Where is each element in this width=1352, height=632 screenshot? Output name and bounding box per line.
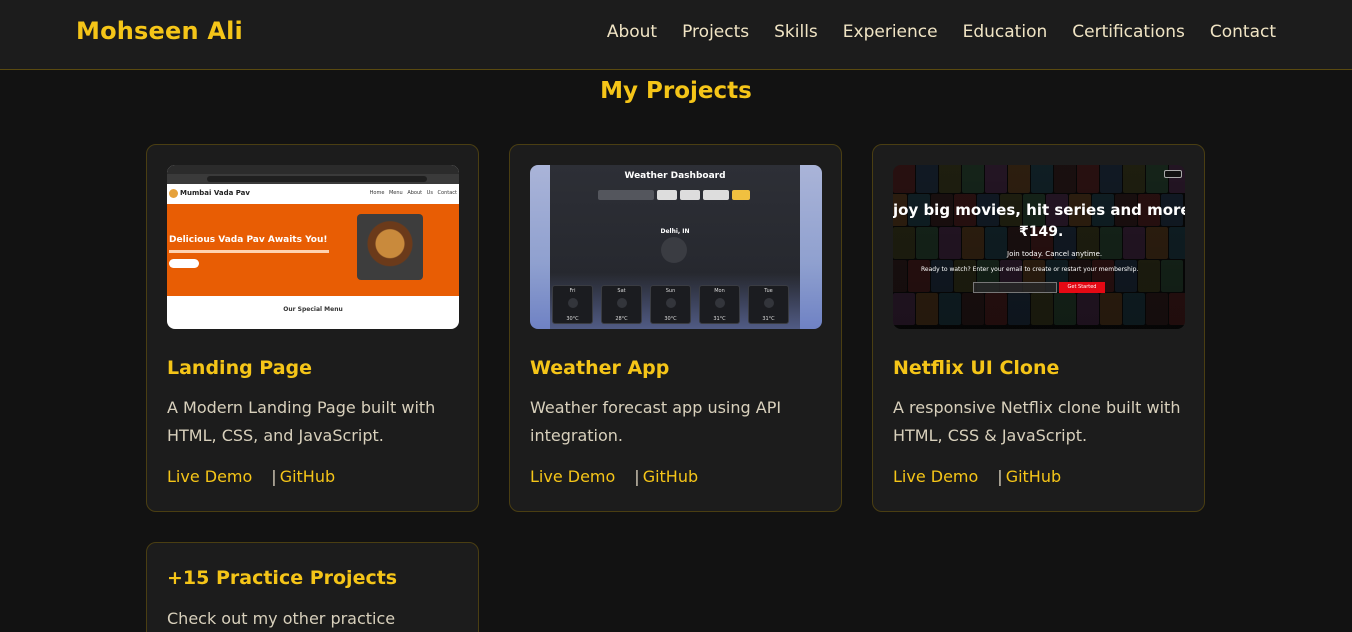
- browser-tabbar: [167, 165, 459, 174]
- weather-icon: [617, 298, 627, 308]
- thumb-netflix-sub1: Join today. Cancel anytime.: [1007, 250, 1103, 258]
- project-thumbnail: Weather Dashboard Delhi, IN Fri 30°C Sat 2…: [530, 165, 822, 329]
- thumb-get-started-button: Get Started: [1059, 282, 1105, 293]
- weather-icon: [764, 298, 774, 308]
- nav-skills[interactable]: Skills: [774, 22, 818, 42]
- browser-urlbar: [167, 174, 459, 184]
- practice-projects-card: +15 Practice Projects Check out my other…: [146, 542, 479, 632]
- thumb-hero-heading: Delicious Vada Pav Awaits You!: [169, 235, 328, 245]
- thumb-site-menu: Home Menu About Us Contact: [369, 190, 457, 196]
- thumb-hero: Delicious Vada Pav Awaits You!: [167, 204, 459, 296]
- nav-about[interactable]: About: [607, 22, 657, 42]
- github-link[interactable]: GitHub: [280, 467, 335, 486]
- thumb-burger-image: [357, 214, 423, 280]
- project-thumbnail: joy big movies, hit series and more fro …: [893, 165, 1185, 329]
- forecast-day: Tue 31°C: [748, 285, 789, 324]
- live-demo-link[interactable]: Live Demo: [893, 467, 978, 486]
- project-description: Weather forecast app using API integrati…: [530, 398, 782, 445]
- thumb-search-box: [598, 190, 654, 200]
- sign-in-button: [1164, 170, 1182, 178]
- forecast-day: Sun 30°C: [650, 285, 691, 324]
- project-card-netflix: joy big movies, hit series and more fro …: [872, 144, 1205, 512]
- thumb-section-heading: Our Special Menu: [283, 306, 343, 313]
- thumb-email-input: [973, 282, 1057, 293]
- project-description: A Modern Landing Page built with HTML, C…: [167, 398, 436, 445]
- site-logo-icon: [169, 189, 178, 198]
- thumb-site-name: Mumbai Vada Pav: [180, 189, 250, 197]
- weather-panel: Weather Dashboard Delhi, IN Fri 30°C Sat 2…: [550, 165, 800, 329]
- forecast-day: Sat 28°C: [601, 285, 642, 324]
- weather-icon: [666, 298, 676, 308]
- thumb-site-header: Mumbai Vada Pav Home Menu About Us Conta…: [167, 184, 459, 204]
- section-title: My Projects: [600, 78, 752, 104]
- top-navbar: Mohseen Ali About Projects Skills Experi…: [0, 0, 1352, 70]
- forecast-day: Mon 31°C: [699, 285, 740, 324]
- project-title: Netflix UI Clone: [893, 357, 1060, 379]
- project-title: Weather App: [530, 357, 670, 379]
- main-nav: About Projects Skills Experience Educati…: [607, 22, 1276, 42]
- link-separator: |: [997, 467, 1003, 486]
- thumb-hero-button: [169, 259, 199, 268]
- project-card-weather: Weather Dashboard Delhi, IN Fri 30°C Sat 2…: [509, 144, 842, 512]
- live-demo-link[interactable]: Live Demo: [167, 467, 252, 486]
- practice-description: Check out my other practice: [167, 609, 396, 628]
- thumb-netflix-sub2: Ready to watch? Enter your email to crea…: [921, 266, 1139, 273]
- project-links: Live Demo | GitHub: [167, 467, 335, 486]
- brand-logo[interactable]: Mohseen Ali: [76, 17, 243, 45]
- link-separator: |: [271, 467, 277, 486]
- practice-title: +15 Practice Projects: [167, 567, 398, 589]
- weather-icon: [568, 298, 578, 308]
- project-links: Live Demo | GitHub: [893, 467, 1061, 486]
- nav-experience[interactable]: Experience: [843, 22, 938, 42]
- weather-icon: [661, 237, 687, 263]
- thumb-weather-heading: Weather Dashboard: [624, 171, 726, 181]
- github-link[interactable]: GitHub: [643, 467, 698, 486]
- nav-certifications[interactable]: Certifications: [1072, 22, 1185, 42]
- thumb-city: Delhi, IN: [660, 228, 690, 235]
- link-separator: |: [634, 467, 640, 486]
- thumb-netflix-headline: joy big movies, hit series and more fro: [893, 201, 1185, 219]
- nav-education[interactable]: Education: [963, 22, 1048, 42]
- project-card-landing: Mumbai Vada Pav Home Menu About Us Conta…: [146, 144, 479, 512]
- github-link[interactable]: GitHub: [1006, 467, 1061, 486]
- weather-icon: [715, 298, 725, 308]
- nav-projects[interactable]: Projects: [682, 22, 749, 42]
- live-demo-link[interactable]: Live Demo: [530, 467, 615, 486]
- thumb-hero-text: [169, 250, 329, 253]
- nav-contact[interactable]: Contact: [1210, 22, 1276, 42]
- project-title: Landing Page: [167, 357, 313, 379]
- forecast-day: Fri 30°C: [552, 285, 593, 324]
- project-links: Live Demo | GitHub: [530, 467, 698, 486]
- thumb-netflix-price: ₹149.: [1019, 224, 1064, 240]
- project-thumbnail: Mumbai Vada Pav Home Menu About Us Conta…: [167, 165, 459, 329]
- project-description: A responsive Netflix clone built with HT…: [893, 398, 1181, 445]
